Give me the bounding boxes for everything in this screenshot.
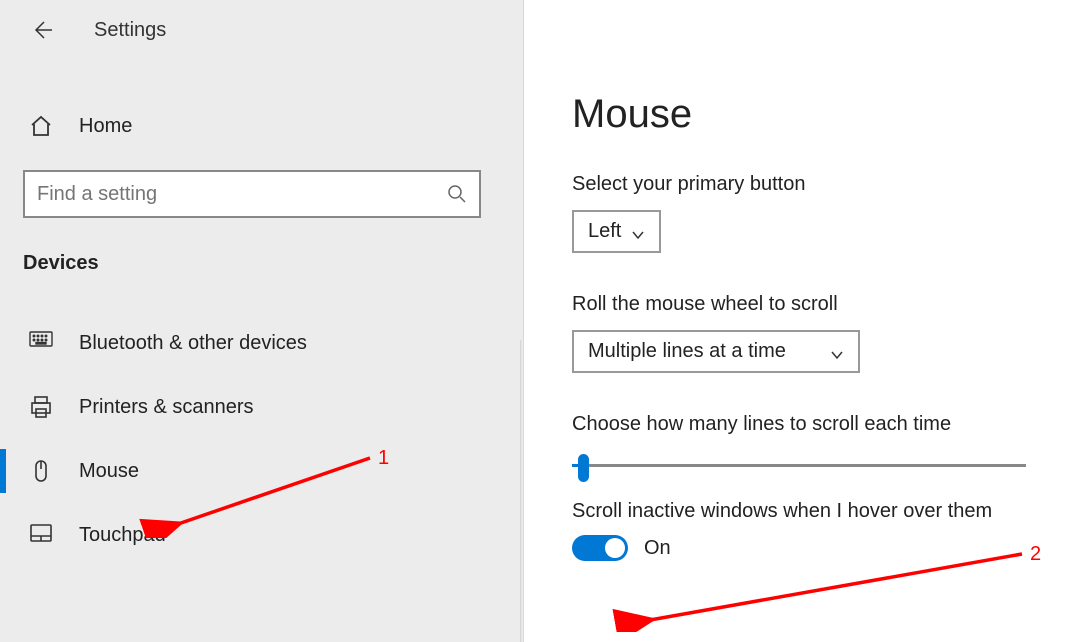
page-heading: Mouse <box>572 92 1080 137</box>
back-button[interactable] <box>30 18 54 42</box>
lines-scroll-slider[interactable] <box>572 454 1026 478</box>
slider-thumb[interactable] <box>578 454 589 482</box>
slider-track <box>572 464 1026 467</box>
sidebar-item-touchpad[interactable]: Touchpad <box>0 503 523 567</box>
sidebar-item-printers[interactable]: Printers & scanners <box>0 375 523 439</box>
nav-list: Bluetooth & other devices Printers & sca… <box>0 311 523 567</box>
wheel-scroll-label: Roll the mouse wheel to scroll <box>572 293 1080 316</box>
touchpad-icon <box>29 523 53 547</box>
inactive-scroll-toggle[interactable] <box>572 535 628 561</box>
nav-label: Touchpad <box>79 524 166 547</box>
wheel-scroll-select[interactable]: Multiple lines at a time <box>572 330 860 373</box>
primary-button-select[interactable]: Left <box>572 210 661 253</box>
nav-label: Bluetooth & other devices <box>79 332 307 355</box>
settings-sidebar: Settings Home Devices Bluetooth & other … <box>0 0 524 642</box>
search-input[interactable] <box>37 183 447 206</box>
nav-label: Mouse <box>79 460 139 483</box>
select-value: Left <box>588 220 621 243</box>
divider <box>520 340 522 642</box>
inactive-scroll-label: Scroll inactive windows when I hover ove… <box>572 500 1080 523</box>
nav-label: Printers & scanners <box>79 396 254 419</box>
chevron-down-icon <box>631 225 645 239</box>
section-heading: Devices <box>23 252 523 275</box>
printer-icon <box>29 395 53 419</box>
search-icon <box>447 184 467 204</box>
keyboard-icon <box>29 331 53 355</box>
toggle-knob <box>605 538 625 558</box>
mouse-icon <box>29 459 53 483</box>
search-box[interactable] <box>23 170 481 218</box>
select-value: Multiple lines at a time <box>588 340 786 363</box>
home-icon <box>29 114 53 138</box>
sidebar-item-mouse[interactable]: Mouse <box>0 439 523 503</box>
main-content: Mouse Select your primary button Left Ro… <box>524 0 1080 642</box>
chevron-down-icon <box>830 345 844 359</box>
nav-home[interactable]: Home <box>29 104 523 148</box>
sidebar-item-bluetooth[interactable]: Bluetooth & other devices <box>0 311 523 375</box>
toggle-state-label: On <box>644 537 671 560</box>
lines-scroll-label: Choose how many lines to scroll each tim… <box>572 413 1080 436</box>
window-title: Settings <box>94 19 166 42</box>
nav-home-label: Home <box>79 115 132 138</box>
primary-button-label: Select your primary button <box>572 173 1080 196</box>
